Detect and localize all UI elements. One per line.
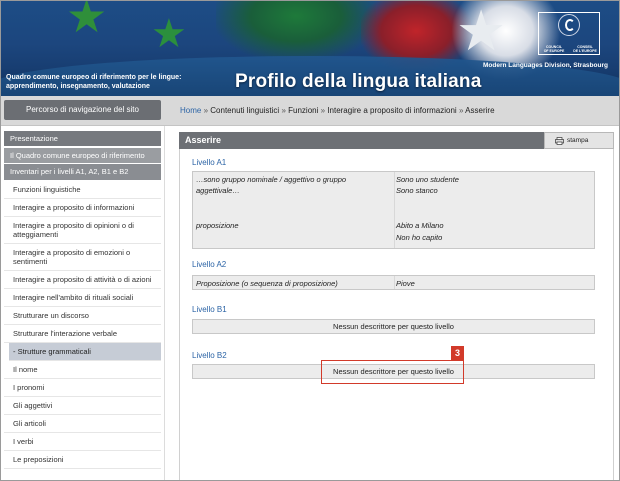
panel-body: Livello A1 …sono gruppo nominale / agget… [179, 149, 614, 480]
level-b2-label: Livello B2 [192, 351, 227, 360]
breadcrumb-funzioni[interactable]: Funzioni [288, 106, 318, 115]
qc-title-line1: Quadro comune europeo di riferimento per… [6, 74, 182, 81]
qc-title-line2: apprendimento, insegnamento, valutazione [6, 83, 150, 90]
breadcrumb: Home » Contenuti linguistici » Funzioni … [180, 106, 495, 115]
sidebar: Presentazione Il Quadro comune europeo d… [1, 126, 165, 480]
sidebar-item-quadro[interactable]: Il Quadro comune europeo di riferimento [4, 148, 161, 163]
a1-row2-right-2: Non ho capito [396, 233, 443, 242]
breadcrumb-contenuti[interactable]: Contenuti linguistici [210, 106, 279, 115]
a1-row2-right-1: Abito a Milano [396, 221, 444, 230]
level-a2-label: Livello A2 [192, 260, 227, 269]
sidebar-item-strutture[interactable]: - Strutture grammaticali [9, 343, 161, 361]
level-a1-label: Livello A1 [192, 158, 227, 167]
level-b1-label: Livello B1 [192, 305, 227, 314]
sidebar-item-emozioni[interactable]: Interagire a proposito di emozioni o sen… [4, 244, 161, 271]
level-a1-table: …sono gruppo nominale / aggettivo o grup… [192, 171, 595, 249]
b1-no-descriptor: Nessun descrittore per questo livello [333, 322, 454, 331]
page-frame: ★ ★ ★ Quadro comune europeo di riferimen… [0, 0, 620, 481]
coe-text-fr: CONSEIL DE L'EUROPE [573, 45, 597, 53]
sidebar-item-discorso[interactable]: Strutturare un discorso [4, 307, 161, 325]
page-title: Asserire [185, 135, 222, 145]
sidebar-item-verbi[interactable]: I verbi [4, 433, 161, 451]
callout-highlight-box [321, 360, 464, 384]
sidebar-item-preposizioni[interactable]: Le preposizioni [4, 451, 161, 469]
site-nav-label: Percorso di navigazione del sito [4, 100, 161, 120]
coe-text-en: COUNCIL OF EUROPE [543, 45, 565, 53]
sidebar-item-funzioni[interactable]: Funzioni linguistiche [4, 181, 161, 199]
sidebar-item-nome[interactable]: Il nome [4, 361, 161, 379]
a2-right: Piove [396, 279, 415, 288]
breadcrumb-home[interactable]: Home [180, 106, 201, 115]
sidebar-item-interazione[interactable]: Strutturare l'interazione verbale [4, 325, 161, 343]
breadcrumb-separator: » [203, 106, 209, 115]
star-icon: ★ [456, 1, 507, 62]
callout-number-badge: 3 [451, 346, 464, 360]
sidebar-item-attivita[interactable]: Interagire a proposito di attività o di … [4, 271, 161, 289]
flag-green-shape [216, 1, 376, 61]
breadcrumb-separator: » [281, 106, 286, 115]
main-content: Asserire stampa Livello A1 …sono gruppo … [179, 132, 614, 480]
site-header: ★ ★ ★ Quadro comune europeo di riferimen… [1, 1, 619, 96]
star-icon: ★ [151, 12, 187, 56]
sidebar-item-aggettivi[interactable]: Gli aggettivi [4, 397, 161, 415]
coe-emblem-icon [558, 14, 580, 36]
a2-left: Proposizione (o sequenza di proposizione… [196, 279, 338, 288]
sidebar-item-informazioni[interactable]: Interagire a proposito di informazioni [4, 199, 161, 217]
a1-row2-left: proposizione [196, 221, 239, 230]
a1-row1-left: …sono gruppo nominale / aggettivo o grup… [196, 175, 347, 195]
sidebar-list: Funzioni linguistiche Interagire a propo… [4, 181, 161, 469]
breadcrumb-current: Asserire [465, 106, 495, 115]
star-icon: ★ [66, 1, 108, 42]
sidebar-item-articoli[interactable]: Gli articoli [4, 415, 161, 433]
sidebar-item-presentazione[interactable]: Presentazione [4, 131, 161, 146]
printer-icon [555, 137, 564, 145]
print-label: stampa [567, 137, 589, 144]
breadcrumb-interagire[interactable]: Interagire a proposito di informazioni [327, 106, 456, 115]
nav-bar: Percorso di navigazione del sito Home » … [1, 96, 619, 126]
sidebar-item-inventari[interactable]: Inventari per i livelli A1, A2, B1 e B2 [4, 164, 161, 180]
a1-row1-right-1: Sono uno studente [396, 175, 459, 184]
breadcrumb-separator: » [458, 106, 464, 115]
sidebar-item-opinioni[interactable]: Interagire a proposito di opinioni o di … [4, 217, 161, 244]
a1-row1-right-2: Sono stanco [396, 186, 438, 195]
division-label: Modern Languages Division, Strasbourg [483, 62, 608, 69]
panel-header: Asserire stampa [179, 132, 614, 149]
level-b1-table: Nessun descrittore per questo livello [192, 319, 595, 334]
print-button[interactable]: stampa [544, 132, 614, 149]
sidebar-item-pronomi[interactable]: I pronomi [4, 379, 161, 397]
level-a2-table: Proposizione (o sequenza di proposizione… [192, 275, 595, 290]
breadcrumb-separator: » [320, 106, 326, 115]
site-title: Profilo della lingua italiana [235, 71, 482, 92]
sidebar-item-rituali[interactable]: Interagire nell'ambito di rituali social… [4, 289, 161, 307]
qc-title: Quadro comune europeo di riferimento per… [6, 73, 181, 91]
